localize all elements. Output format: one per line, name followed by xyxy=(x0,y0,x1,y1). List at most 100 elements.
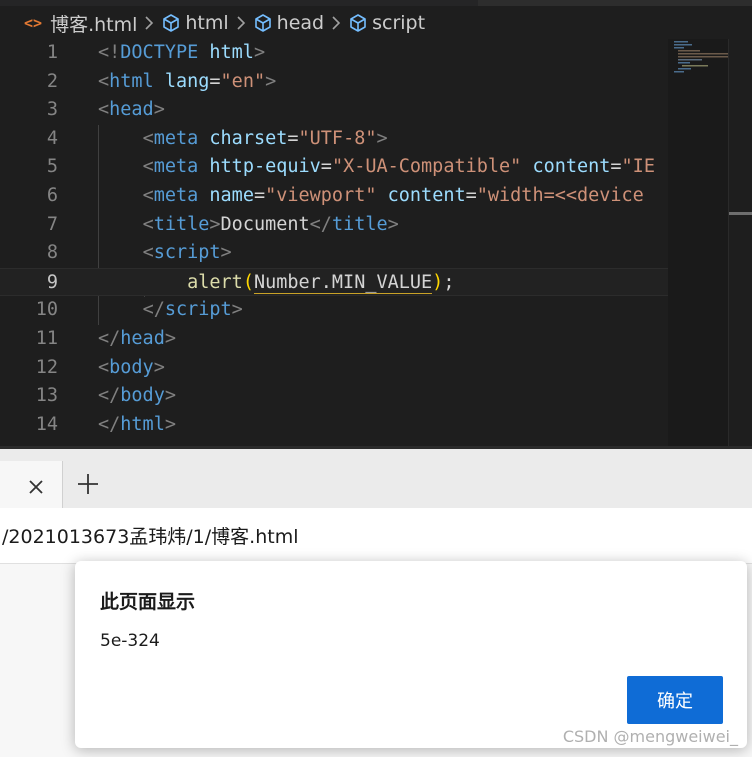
code-line[interactable]: 3 <head> xyxy=(0,96,668,125)
tab-bar xyxy=(0,446,752,511)
code-token: </ xyxy=(98,328,121,349)
code-token: > xyxy=(164,413,176,435)
code-token: "viewport" xyxy=(265,185,377,206)
breadcrumb-symbol-script[interactable]: script xyxy=(348,12,425,34)
code-token: Number.MIN_VALUE xyxy=(253,271,433,294)
breadcrumb-file[interactable]: 博客.html xyxy=(50,10,137,37)
code-token: content xyxy=(387,185,466,206)
editor-scrollbar[interactable] xyxy=(728,39,752,446)
code-text: <meta http-equiv="X-UA-Compatible" conte… xyxy=(98,153,655,182)
dialog-title: 此页面显示 xyxy=(100,591,196,613)
code-token: Document xyxy=(220,213,310,235)
address-bar[interactable]: /2021013673孟玮炜/1/博客.html xyxy=(0,508,752,564)
code-token: title xyxy=(153,213,210,235)
code-token: html xyxy=(109,70,154,92)
minimap-preview xyxy=(674,41,728,73)
line-number: 9 xyxy=(46,271,58,293)
code-line[interactable]: 4 <meta charset="UTF-8"> xyxy=(0,125,668,154)
code-token: = xyxy=(320,156,332,178)
code-text: </html> xyxy=(98,411,176,440)
code-token: http-equiv xyxy=(209,156,321,178)
dialog-message: 5e-324 xyxy=(100,631,160,651)
code-token: < xyxy=(142,213,154,235)
chevron-right-icon xyxy=(330,14,342,32)
breadcrumb-symbol-head[interactable]: head xyxy=(253,12,324,34)
breadcrumb: <> 博客.html html head script xyxy=(0,8,425,38)
code-line[interactable]: 9 alert(Number.MIN_VALUE); xyxy=(0,267,668,298)
code-token: meta xyxy=(153,127,199,149)
code-token: < xyxy=(142,185,154,206)
code-token: lang xyxy=(164,70,210,92)
code-line[interactable]: 7 <title>Document</title> xyxy=(0,211,668,240)
code-text: </body> xyxy=(98,382,176,411)
code-token: head xyxy=(109,99,154,121)
line-number: 2 xyxy=(46,70,58,92)
ok-button[interactable]: 确定 xyxy=(627,676,723,724)
code-line[interactable]: 6 <meta name="viewport" content="width=<… xyxy=(0,182,668,211)
line-number: 5 xyxy=(46,156,58,178)
minimap[interactable] xyxy=(668,39,728,446)
chevron-right-icon xyxy=(143,14,155,32)
code-line[interactable]: 14 </html> xyxy=(0,411,668,440)
code-token: < xyxy=(98,356,110,378)
code-line[interactable]: 8 <script> xyxy=(0,239,668,268)
code-line[interactable]: 2 <html lang="en"> xyxy=(0,68,668,97)
code-line[interactable]: 11 </head> xyxy=(0,325,668,354)
line-number: 11 xyxy=(35,328,58,349)
code-token: DOCTYPE xyxy=(120,42,199,63)
code-text: <html lang="en"> xyxy=(98,68,276,97)
browser-tab[interactable] xyxy=(0,461,63,511)
code-token: name xyxy=(209,185,254,206)
watermark: CSDN @mengweiwei_ xyxy=(562,727,738,746)
code-line[interactable]: 12 <body> xyxy=(0,354,668,383)
breadcrumb-symbol-html[interactable]: html xyxy=(161,12,229,34)
line-number: 4 xyxy=(46,127,58,149)
code-token: "X-UA-Compatible" xyxy=(331,156,522,178)
code-token: script xyxy=(153,242,221,264)
code-token: charset xyxy=(209,127,288,149)
code-text: <meta name="viewport" content="width=<<d… xyxy=(98,182,644,211)
scrollbar-cursor-marker xyxy=(729,212,752,215)
address-url[interactable]: /2021013673孟玮炜/1/博客.html xyxy=(2,522,299,549)
code-token: title xyxy=(331,213,388,235)
code-token: > xyxy=(376,127,388,149)
html-file-icon: <> xyxy=(24,14,43,32)
code-token: content xyxy=(532,156,611,178)
code-token: > xyxy=(164,385,176,407)
code-text: <body> xyxy=(98,354,165,383)
cube-icon xyxy=(161,13,181,33)
code-text: <title>Document</title> xyxy=(98,211,399,240)
line-number: 12 xyxy=(35,356,58,378)
code-token: "en" xyxy=(220,70,266,92)
code-token: = xyxy=(610,156,622,178)
breadcrumb-symbol-label: html xyxy=(185,12,229,34)
code-text: </head> xyxy=(98,325,176,354)
chevron-right-icon xyxy=(235,14,247,32)
code-token: html xyxy=(209,42,254,63)
code-line[interactable]: 10 </script> xyxy=(0,296,668,325)
code-token: </ xyxy=(98,413,121,435)
code-token: > xyxy=(153,356,165,378)
code-text: alert(Number.MIN_VALUE); xyxy=(98,269,454,298)
code-token: ; xyxy=(443,271,455,293)
code-token: "width=<<device xyxy=(476,185,644,206)
code-token: < xyxy=(98,70,110,92)
plus-icon[interactable] xyxy=(76,472,100,496)
close-icon[interactable] xyxy=(26,477,46,497)
code-text: </script> xyxy=(98,296,243,325)
code-token: < xyxy=(98,99,110,121)
code-line[interactable]: 1 <!DOCTYPE html> xyxy=(0,39,668,68)
code-token: head xyxy=(120,328,165,349)
line-number: 6 xyxy=(46,185,58,206)
code-line[interactable]: 13 </body> xyxy=(0,382,668,411)
code-editor: <> 博客.html html head script 1 <!DOCTYPE … xyxy=(0,0,752,446)
code-token: <! xyxy=(98,42,121,63)
code-line[interactable]: 5 <meta http-equiv="X-UA-Compatible" con… xyxy=(0,153,668,182)
alert-dialog: 此页面显示 5e-324 确定 xyxy=(75,561,747,748)
